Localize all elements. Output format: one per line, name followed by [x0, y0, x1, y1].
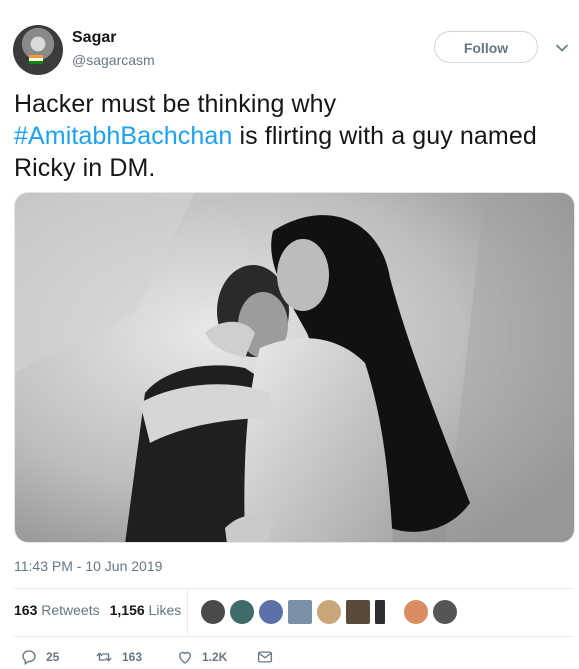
envelope-icon	[257, 651, 273, 663]
retweet-icon	[96, 652, 112, 662]
reply-icon	[22, 650, 36, 666]
likes-label[interactable]: Likes	[149, 602, 182, 618]
follow-button[interactable]: Follow	[434, 31, 538, 63]
liker-avatar[interactable]	[200, 599, 226, 625]
tweet-text-before: Hacker must be thinking why	[14, 90, 337, 118]
chevron-down-icon[interactable]	[554, 40, 570, 56]
retweets-count[interactable]: 163	[14, 602, 37, 618]
heart-icon	[179, 651, 191, 664]
author-name[interactable]: Sagar	[72, 29, 116, 47]
engagement-stats: 163 Retweets 1,156 Likes	[14, 602, 181, 618]
retweets-label[interactable]: Retweets	[41, 602, 99, 618]
divider	[14, 636, 574, 637]
tweet-text: Hacker must be thinking why #AmitabhBach…	[14, 88, 554, 184]
reply-button[interactable]: 25	[20, 648, 59, 666]
like-count: 1.2K	[202, 650, 228, 664]
liker-avatar[interactable]	[345, 599, 371, 625]
author-avatar[interactable]	[13, 25, 63, 75]
like-button[interactable]: 1.2K	[176, 648, 227, 666]
tweet-actions: 25 163 1.2K	[14, 648, 574, 668]
liker-avatar[interactable]	[432, 599, 458, 625]
liker-avatar[interactable]	[316, 599, 342, 625]
direct-message-button[interactable]	[256, 648, 282, 666]
liker-avatar[interactable]	[258, 599, 284, 625]
stats-separator	[187, 590, 188, 634]
tweet-photo[interactable]	[14, 192, 575, 543]
liker-avatar[interactable]	[374, 599, 386, 625]
retweet-count: 163	[122, 650, 143, 664]
author-handle[interactable]: @sagarcasm	[72, 52, 155, 68]
tweet-timestamp[interactable]: 11:43 PM - 10 Jun 2019	[14, 558, 162, 574]
liker-avatar[interactable]	[287, 599, 313, 625]
photo-image	[15, 193, 574, 542]
hashtag-link[interactable]: #AmitabhBachchan	[14, 122, 232, 150]
likes-count[interactable]: 1,156	[110, 602, 145, 618]
liker-avatar[interactable]	[229, 599, 255, 625]
liker-avatar[interactable]	[403, 599, 429, 625]
flag-icon	[29, 55, 43, 64]
reply-count: 25	[46, 650, 60, 664]
divider	[14, 588, 574, 589]
retweet-button[interactable]: 163	[94, 648, 142, 666]
